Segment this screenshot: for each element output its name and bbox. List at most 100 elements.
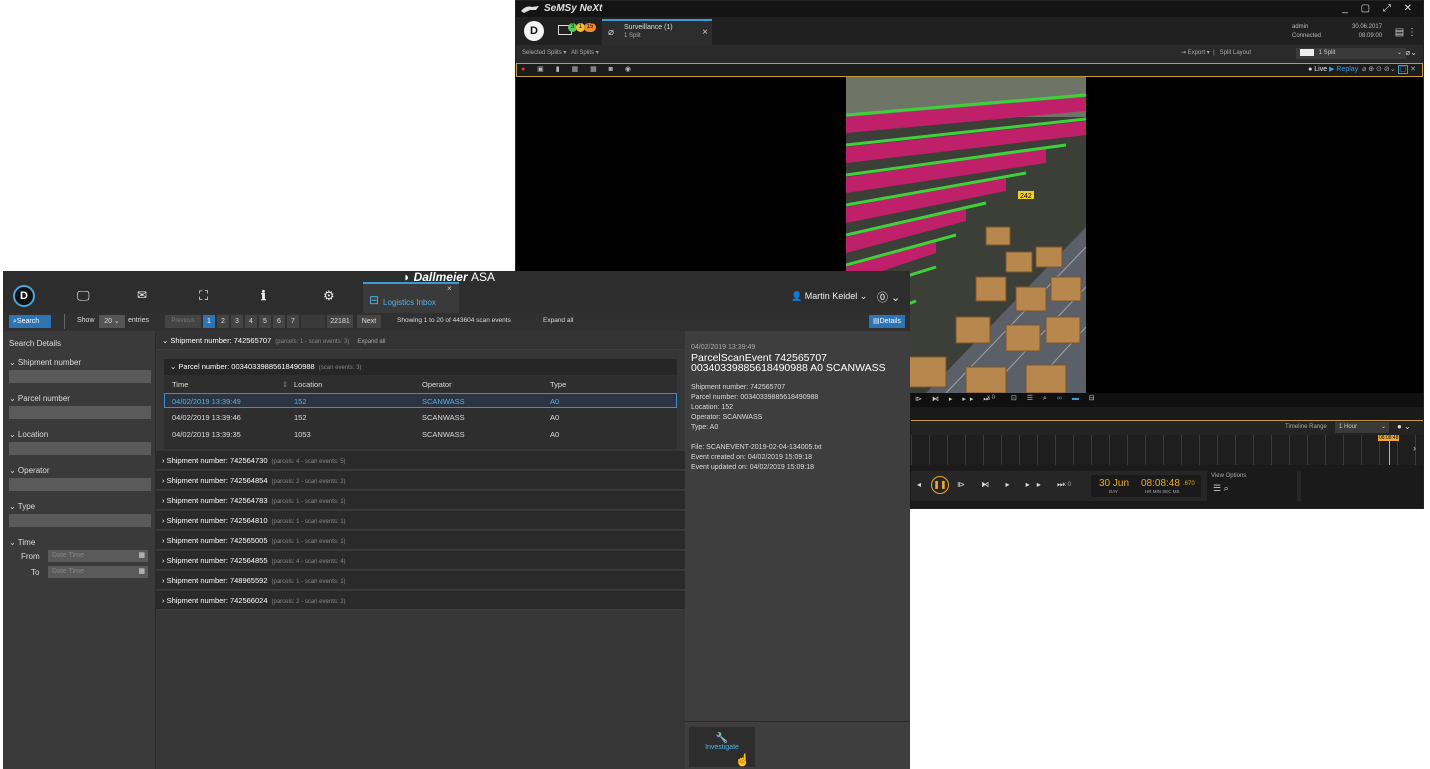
page-3[interactable]: 3: [231, 315, 243, 328]
shipment-filter-label[interactable]: ⌄ Shipment number: [9, 358, 81, 367]
parcel-filter-label[interactable]: ⌄ Parcel number: [9, 394, 70, 403]
fullscreen-icon[interactable]: ▢: [1397, 65, 1409, 74]
rewind-icon[interactable]: ◂: [917, 480, 921, 489]
details-button[interactable]: ▤Details: [869, 315, 905, 328]
page-size-select[interactable]: 20 ⌄: [99, 315, 125, 328]
record-icon[interactable]: ●: [521, 66, 530, 73]
col-header-type[interactable]: Type: [550, 380, 566, 389]
badge-orange: 15: [584, 23, 596, 32]
split-toolbar: Selected Splits ▾ All Splits ▾ ⇥ Export …: [516, 45, 1423, 64]
to-label: To: [31, 568, 40, 577]
calendar-icon[interactable]: ▦: [138, 550, 145, 562]
page-last[interactable]: 22181: [327, 315, 353, 328]
shipment-number-input[interactable]: [9, 370, 151, 383]
semsy-date: 30.06.2017: [1352, 24, 1383, 30]
timeline-track[interactable]: 08:08:48 ›: [911, 435, 1423, 465]
playback-step-icons[interactable]: ⧐ ⧑ ▸ ▸▸ ⏭: [957, 480, 1071, 490]
timeline-header: Timeline Range 1 Hour ⌄ ● ⌄: [911, 421, 1423, 435]
export-button[interactable]: Export ▾: [1188, 50, 1210, 56]
gears-icon[interactable]: ⚙: [323, 288, 335, 304]
col-header-time[interactable]: Time: [172, 380, 188, 389]
col-header-operator[interactable]: Operator: [422, 380, 452, 389]
shipment-row[interactable]: › Shipment number: 742564730 (parcels: 4 …: [156, 451, 685, 470]
from-datetime-placeholder: Date Time: [52, 552, 84, 559]
to-datetime-input[interactable]: Date Time ▦: [48, 566, 148, 578]
location-input[interactable]: [9, 442, 151, 455]
operator-filter-label[interactable]: ⌄ Operator: [9, 466, 50, 475]
user-menu[interactable]: 👤 Martin Keidel ⌄: [791, 291, 867, 302]
page-7[interactable]: 7: [287, 315, 299, 328]
timeline-range-select[interactable]: 1 Hour ⌄: [1335, 422, 1389, 433]
time-filter-label[interactable]: ⌄ Time: [9, 538, 35, 547]
shipment-row-expanded[interactable]: ⌄ Shipment number: 742565707 (parcels: 1 …: [156, 331, 685, 350]
type-input[interactable]: [9, 514, 151, 527]
view-options-icons[interactable]: ☰ ⌕: [1213, 483, 1229, 494]
split-layout-label: Split Layout: [1219, 50, 1251, 56]
semsy-logo-icon[interactable]: D: [524, 21, 544, 41]
video-tool-icons[interactable]: ● ▣ ▮ ▦ ▦ ◙ ◉: [521, 65, 636, 73]
table-row[interactable]: 04/02/2019 13:39:35 1053 SCANWASS A0: [164, 427, 677, 442]
close-icon[interactable]: ×: [447, 284, 452, 293]
timeline-next-icon[interactable]: ›: [1413, 443, 1416, 453]
page-1[interactable]: 1: [203, 315, 215, 328]
table-row[interactable]: 04/02/2019 13:39:46 152 SCANWASS A0: [164, 410, 677, 425]
type-filter-label[interactable]: ⌄ Type: [9, 502, 35, 511]
link-icon[interactable]: ⌀⌄: [1405, 48, 1417, 57]
shipment-row[interactable]: › Shipment number: 742564854 (parcels: 2 …: [156, 471, 685, 490]
shipment-row[interactable]: › Shipment number: 742564783 (parcels: 1 …: [156, 491, 685, 510]
shipment-row[interactable]: › Shipment number: 742564810 (parcels: 1 …: [156, 511, 685, 530]
step-controls-icons[interactable]: ⧐ ⧑ ▸ ▸▸ ⏭: [915, 395, 994, 404]
playback-datetime[interactable]: 30 Jun DAY 08:08:48 .670 HR MIN SEC MS: [1091, 475, 1201, 497]
close-icon[interactable]: ×: [702, 27, 708, 38]
search-button[interactable]: ⌕Search: [9, 315, 51, 328]
shipment-row[interactable]: › Shipment number: 742566024 (parcels: 2 …: [156, 591, 685, 610]
selected-splits-menu[interactable]: Selected Splits ▾: [522, 50, 566, 56]
details-line: Shipment number: 742565707: [691, 384, 786, 391]
notes-menu-icon[interactable]: ▤ ⋮: [1395, 27, 1417, 38]
shipment-label: › Shipment number: 742564730: [162, 456, 268, 465]
table-row[interactable]: 04/02/2019 13:39:49 152 SCANWASS A0: [164, 393, 677, 408]
location-filter-label[interactable]: ⌄ Location: [9, 430, 48, 439]
shipment-label: ⌄ Shipment number: 742565707: [162, 336, 272, 345]
monitor-icon[interactable]: 🖵: [77, 288, 90, 304]
view-options-label: View Options: [1211, 473, 1247, 479]
shipment-row[interactable]: › Shipment number: 742565005 (parcels: 1 …: [156, 531, 685, 550]
col-header-location[interactable]: Location: [294, 380, 322, 389]
page-4[interactable]: 4: [245, 315, 257, 328]
previous-button[interactable]: Previous: [165, 315, 201, 328]
replay-button[interactable]: Replay: [1336, 66, 1358, 73]
parcel-number-input[interactable]: [9, 406, 151, 419]
info-icon[interactable]: ℹ: [261, 288, 266, 304]
from-datetime-input[interactable]: Date Time ▦: [48, 550, 148, 562]
all-splits-menu[interactable]: All Splits ▾: [571, 50, 599, 56]
expand-all-link[interactable]: Expand all: [543, 317, 573, 324]
semsy-window-controls[interactable]: _ ▢ ⤢ ✕: [1342, 3, 1417, 14]
mail-icon[interactable]: ✉: [137, 288, 147, 302]
map-icon[interactable]: ⛶: [199, 288, 208, 304]
page-6[interactable]: 6: [273, 315, 285, 328]
tab-surveillance[interactable]: ⌀ Surveillance (1) 1 Split ×: [602, 19, 712, 45]
playback-time-caption: HR MIN SEC MS: [1145, 489, 1180, 494]
sort-icon[interactable]: ⇕: [282, 380, 288, 389]
shipment-row[interactable]: › Shipment number: 742564855 (parcels: 4 …: [156, 551, 685, 570]
page-5[interactable]: 5: [259, 315, 271, 328]
live-button[interactable]: Live: [1314, 66, 1327, 73]
split-layout-select[interactable]: 1 Split ⌄: [1296, 48, 1406, 59]
shipment-row[interactable]: › Shipment number: 748965592 (parcels: 1 …: [156, 571, 685, 590]
calendar-icon[interactable]: ▦: [138, 566, 145, 578]
export-clip-icon[interactable]: ▬: [1072, 395, 1083, 402]
playback-speed: x 0: [1063, 482, 1072, 488]
chevron-down-icon: ⌄: [1396, 50, 1402, 56]
page-2[interactable]: 2: [217, 315, 229, 328]
pause-button[interactable]: ❚❚: [931, 476, 949, 494]
tab-logistics-inbox[interactable]: ⊟ Logistics Inbox ×: [363, 282, 459, 313]
help-menu[interactable]: ⓪ ⌄: [877, 289, 900, 305]
video-tool-icons-2[interactable]: ⊡ ☰ ⌕ ∞ ▬ ⊟: [1011, 394, 1099, 403]
binoculars-icon[interactable]: ∞: [1057, 395, 1066, 402]
parcel-row[interactable]: ⌄ Parcel number: 00340339885618490988 (sc…: [164, 359, 677, 375]
logo-icon[interactable]: D: [13, 285, 35, 307]
operator-input[interactable]: [9, 478, 151, 491]
info-icon[interactable]: ● ⌄: [1397, 422, 1411, 431]
next-button[interactable]: Next: [357, 315, 381, 328]
shipment-expand-all[interactable]: Expand all: [357, 339, 385, 345]
